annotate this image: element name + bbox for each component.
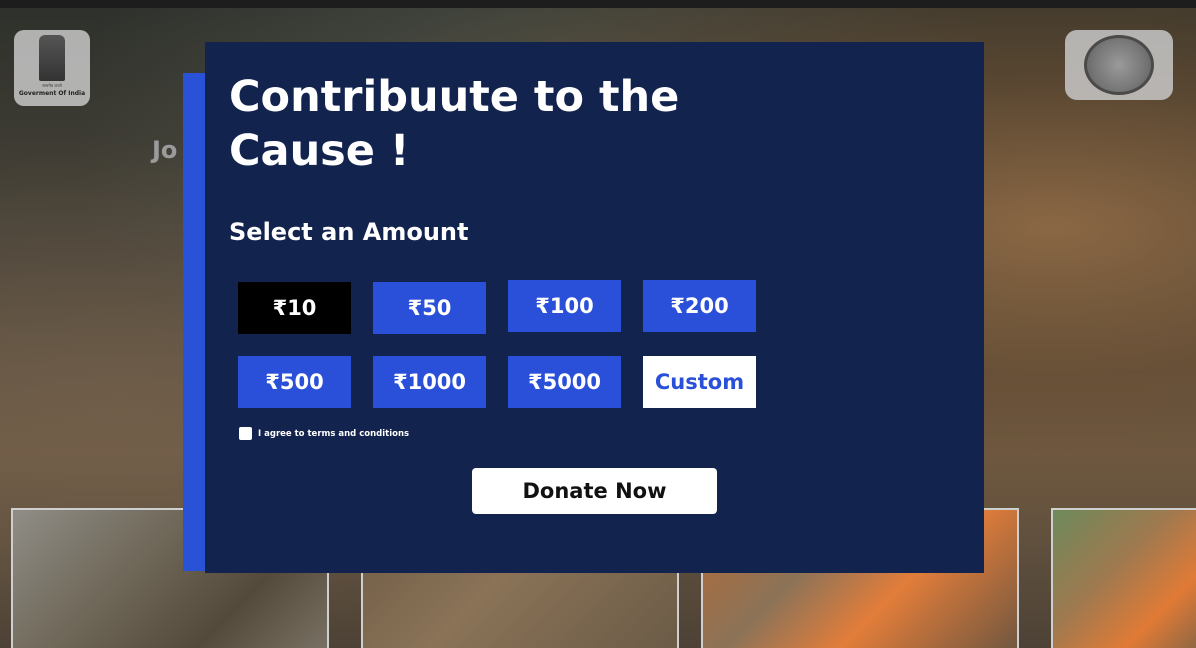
government-of-india-emblem: सत्यमेव जयते Goverment Of India	[14, 30, 90, 106]
lion-capital-icon	[39, 35, 65, 81]
state-seal-icon	[1084, 35, 1154, 95]
custom-amount-button[interactable]: Custom	[643, 356, 756, 408]
top-bar	[0, 0, 1196, 8]
gallery-photo-4[interactable]	[1051, 508, 1196, 648]
terms-row: I agree to terms and conditions	[239, 427, 409, 440]
emblem-caption: Goverment Of India	[18, 90, 86, 97]
modal-accent-bar	[183, 73, 207, 571]
terms-label[interactable]: I agree to terms and conditions	[258, 429, 409, 439]
amount-button-10[interactable]: ₹10	[238, 282, 351, 334]
amount-button-50[interactable]: ₹50	[373, 282, 486, 334]
page: सत्यमेव जयते Goverment Of India Jo Contr…	[0, 0, 1196, 648]
kerala-state-emblem	[1065, 30, 1173, 100]
select-amount-heading: Select an Amount	[229, 218, 469, 246]
amount-button-1000[interactable]: ₹1000	[373, 356, 486, 408]
emblem-motto: सत्यमेव जयते	[42, 83, 62, 88]
donation-modal: Contribuute to the Cause ! Select an Amo…	[205, 42, 984, 573]
amount-button-100[interactable]: ₹100	[508, 280, 621, 332]
modal-title: Contribuute to the Cause !	[229, 72, 680, 176]
background-heading-fragment: Jo	[152, 136, 178, 164]
amount-button-200[interactable]: ₹200	[643, 280, 756, 332]
donate-now-button[interactable]: Donate Now	[472, 468, 717, 514]
amount-button-5000[interactable]: ₹5000	[508, 356, 621, 408]
amount-button-500[interactable]: ₹500	[238, 356, 351, 408]
terms-checkbox[interactable]	[239, 427, 252, 440]
